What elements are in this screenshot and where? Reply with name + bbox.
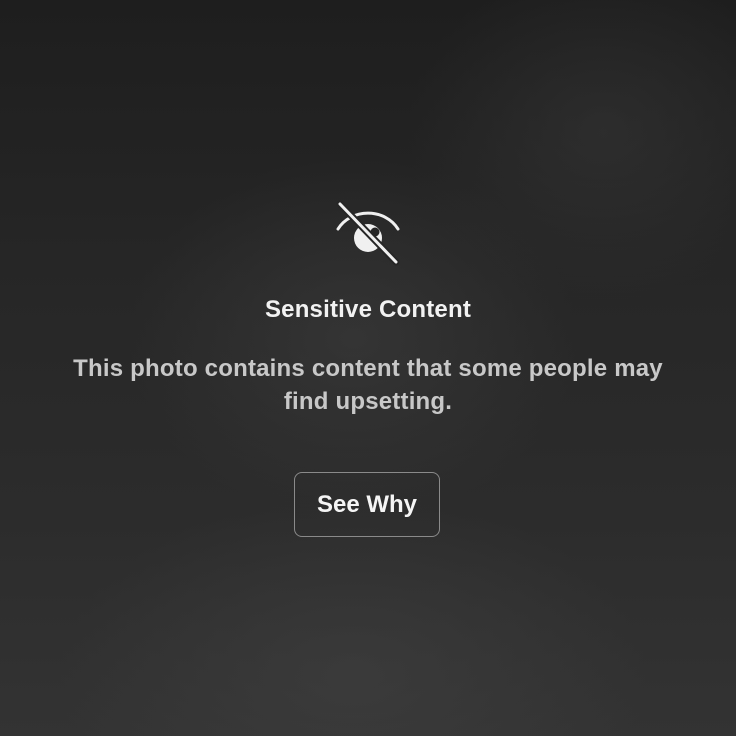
overlay-title: Sensitive Content: [264, 296, 472, 323]
overlay-message: This photo contains content that some pe…: [73, 355, 663, 415]
eye-slash-icon: [332, 198, 404, 268]
see-why-button[interactable]: See Why: [294, 472, 440, 537]
sensitive-content-overlay: Sensitive Content This photo contains co…: [0, 0, 736, 736]
